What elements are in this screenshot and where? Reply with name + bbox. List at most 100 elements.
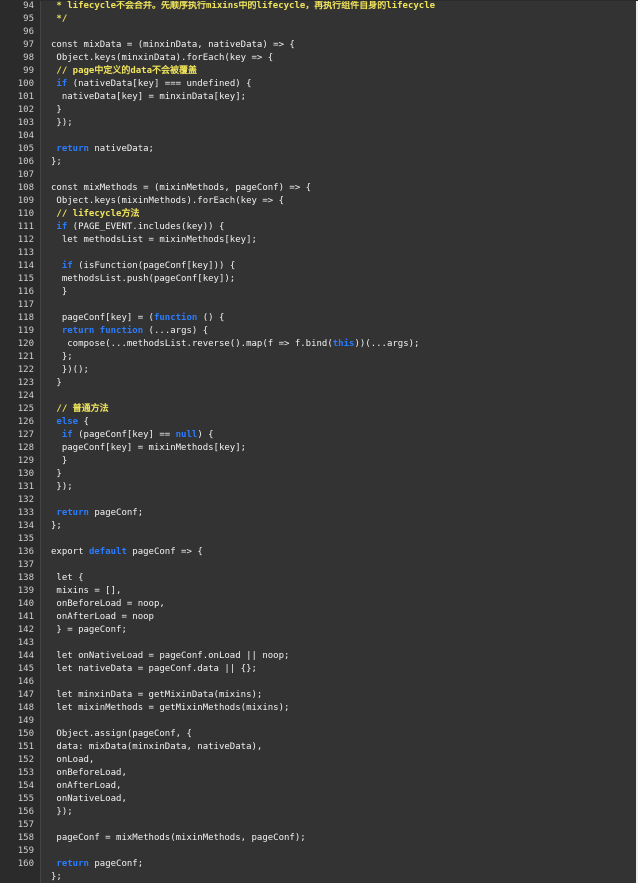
line-number: 99 — [23, 66, 34, 76]
code-line: 114 if (isFunction(pageConf[key])) { — [0, 260, 636, 273]
code-line: 134}; — [0, 520, 636, 533]
line-code: } — [40, 377, 61, 390]
line-number: 105 — [17, 144, 34, 154]
code-line: 104 — [0, 130, 636, 143]
code-token: } = pageConf; — [51, 625, 127, 635]
keyword-token: null — [175, 430, 198, 440]
line-code: pageConf[key] = mixinMethods[key]; — [40, 442, 246, 455]
code-line: 132 — [0, 494, 636, 507]
line-code: const mixMethods = (mixinMethods, pageCo… — [40, 182, 311, 195]
code-editor[interactable]: 94 * lifecycle不会合并。先顺序执行mixins中的lifecycl… — [0, 0, 638, 883]
line-number: 143 — [17, 638, 34, 648]
line-number: 110 — [17, 209, 34, 219]
line-number: 123 — [17, 378, 34, 388]
code-line: 120 compose(...methodsList.reverse().map… — [0, 338, 636, 351]
line-code: nativeData[key] = minxinData[key]; — [40, 91, 246, 104]
code-line: 111 if (PAGE_EVENT.includes(key)) { — [0, 221, 636, 234]
code-line: 159 — [0, 845, 636, 858]
code-line: 115 methodsList.push(pageConf[key]); — [0, 273, 636, 286]
keyword-token: this — [332, 339, 355, 349]
code-token: }; — [51, 872, 62, 882]
line-number: 129 — [17, 456, 34, 466]
code-token: } — [51, 456, 68, 466]
line-number: 94 — [23, 1, 34, 11]
line-code: if (nativeData[key] === undefined) { — [40, 78, 251, 91]
line-code: onAfterLoad, — [40, 780, 121, 793]
line-code: // 普通方法 — [40, 403, 108, 416]
line-code: let nativeData = pageConf.data || {}; — [40, 663, 257, 676]
code-line: 110 // lifecycle方法 — [0, 208, 636, 221]
code-line: 117 — [0, 299, 636, 312]
code-line: 125 // 普通方法 — [0, 403, 636, 416]
code-token: methodsList.push(pageConf[key]); — [51, 274, 236, 284]
code-token: (PAGE_EVENT.includes(key)) { — [67, 222, 225, 232]
line-number: 150 — [17, 729, 34, 739]
line-number: 111 — [17, 222, 34, 232]
code-token: let minxinData = getMixinData(mixins); — [51, 690, 263, 700]
code-line: 155 onNativeLoad, — [0, 793, 636, 806]
line-number: 113 — [17, 248, 34, 258]
line-number: 95 — [23, 14, 34, 24]
line-code: else { — [40, 416, 89, 429]
line-code: } — [40, 455, 67, 468]
code-line: 126 else { — [0, 416, 636, 429]
keyword-token: return — [56, 144, 89, 154]
line-number: 136 — [17, 547, 34, 557]
code-token: onAfterLoad = noop — [51, 612, 154, 622]
keyword-token: else — [56, 417, 79, 427]
code-line: 95 */ — [0, 13, 636, 26]
line-number: 144 — [17, 651, 34, 661]
line-code: } = pageConf; — [40, 624, 127, 637]
line-code: } — [40, 104, 62, 117]
comment-token: * lifecycle不会合并。先顺序执行mixins中的lifecycle，再… — [51, 1, 436, 11]
code-token: pageConf[key] = ( — [51, 313, 154, 323]
code-line: 101 nativeData[key] = minxinData[key]; — [0, 91, 636, 104]
keyword-token: if — [56, 222, 68, 232]
code-token: Object.keys(minxinData).forEach(key => { — [51, 53, 274, 63]
line-number: 125 — [17, 404, 34, 414]
line-number: 153 — [17, 768, 34, 778]
line-number: 146 — [17, 677, 34, 687]
code-token: onAfterLoad, — [51, 781, 122, 791]
code-token: } — [51, 105, 62, 115]
line-code: mixins = [], — [40, 585, 121, 598]
line-number: 98 — [23, 53, 34, 63]
code-line: 109 Object.keys(mixinMethods).forEach(ke… — [0, 195, 636, 208]
line-number: 128 — [17, 443, 34, 453]
line-code: if (pageConf[key] == null) { — [40, 429, 214, 442]
line-number: 108 — [17, 183, 34, 193]
line-code: }); — [40, 481, 72, 494]
line-number: 151 — [17, 742, 34, 752]
keyword-token: function — [153, 313, 198, 323]
code-line: 113 — [0, 247, 636, 260]
code-token: nativeData[key] = minxinData[key]; — [51, 92, 247, 102]
code-line: 123 } — [0, 377, 636, 390]
line-code: onAfterLoad = noop — [40, 611, 154, 624]
comment-token: // page中定义的data不会被覆盖 — [51, 66, 198, 76]
code-line: 145 let nativeData = pageConf.data || {}… — [0, 663, 636, 676]
line-number: 138 — [17, 573, 34, 583]
line-number: 145 — [17, 664, 34, 674]
line-code: } — [40, 468, 61, 481]
code-token: }; — [51, 521, 62, 531]
code-line: 105 return nativeData; — [0, 143, 636, 156]
code-line: 148 let mixinMethods = getMixinMethods(m… — [0, 702, 636, 715]
code-line: 141 onAfterLoad = noop — [0, 611, 636, 624]
code-line: 147 let minxinData = getMixinData(mixins… — [0, 689, 636, 702]
line-number: 142 — [17, 625, 34, 635]
line-number: 117 — [17, 300, 34, 310]
code-token: (pageConf[key] == — [72, 430, 176, 440]
code-token: const mixData = (minxinData, nativeData)… — [51, 40, 295, 50]
line-code: compose(...methodsList.reverse().map(f =… — [40, 338, 419, 351]
line-code: })(); — [40, 364, 89, 377]
code-line: }; — [0, 871, 636, 883]
keyword-token: return — [56, 508, 89, 518]
code-line: 107 — [0, 169, 636, 182]
line-code: let { — [40, 572, 83, 585]
line-number: 155 — [17, 794, 34, 804]
code-token: pageConf => { — [126, 547, 203, 557]
